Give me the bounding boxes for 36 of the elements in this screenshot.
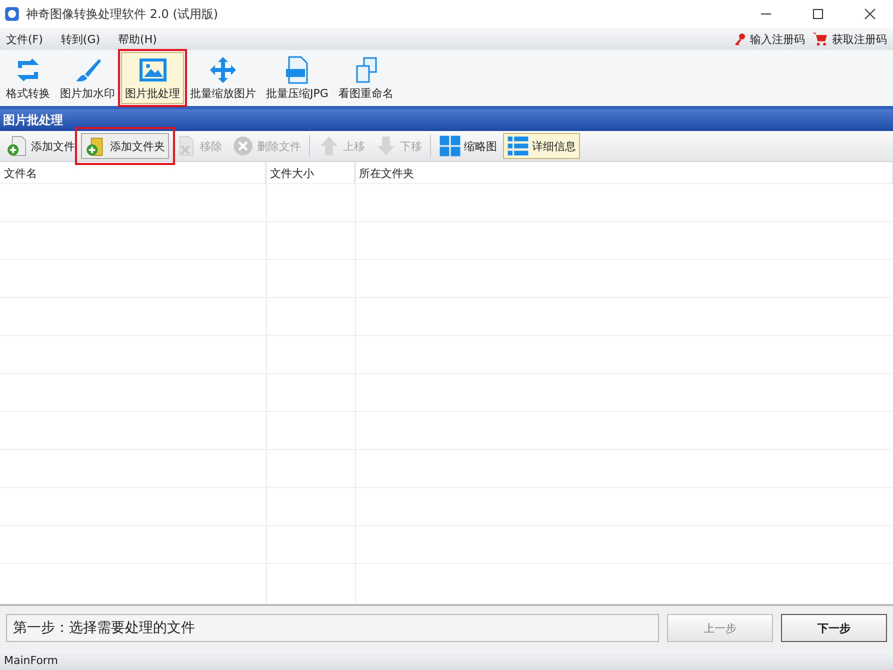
window-title: 神奇图像转换处理软件 2.0 (试用版) bbox=[26, 6, 220, 22]
shopping-cart-icon bbox=[811, 31, 829, 47]
grid-view-icon bbox=[439, 135, 461, 157]
toolbar-button[interactable]: 批量缩放图片 bbox=[186, 52, 260, 104]
register-link[interactable]: 输入注册码 bbox=[733, 32, 805, 46]
menu-item[interactable]: 文件(F) bbox=[6, 32, 43, 46]
toolbar-button[interactable]: 添加文件 bbox=[2, 133, 79, 159]
register-link[interactable]: 获取注册码 bbox=[811, 31, 887, 47]
add-file-icon bbox=[6, 135, 28, 157]
toolbar-button[interactable]: 缩略图 bbox=[435, 133, 501, 159]
toolbar-button[interactable]: 详细信息 bbox=[503, 133, 580, 159]
step-text: 第一步：选择需要处理的文件 bbox=[6, 614, 659, 642]
list-view-icon bbox=[507, 135, 529, 157]
close-icon[interactable] bbox=[864, 8, 876, 20]
toolbar-button[interactable]: 批量压缩JPG bbox=[262, 52, 332, 104]
maximize-icon[interactable] bbox=[812, 8, 824, 20]
up-arrow-icon bbox=[318, 135, 340, 157]
key-icon bbox=[733, 32, 747, 46]
toolbar-button[interactable]: 图片批处理 bbox=[121, 52, 184, 104]
column-header[interactable]: 所在文件夹 bbox=[355, 162, 893, 184]
nav-button[interactable]: 下一步 bbox=[781, 614, 887, 642]
status-text: MainForm bbox=[0, 650, 893, 670]
app-icon bbox=[4, 6, 20, 22]
column-header[interactable]: 文件名 bbox=[0, 162, 266, 184]
column-header[interactable]: 文件大小 bbox=[266, 162, 355, 184]
panel-title: 图片批处理 bbox=[0, 109, 893, 131]
down-arrow-icon bbox=[375, 135, 397, 157]
brush-icon bbox=[74, 56, 102, 84]
toolbar-button[interactable]: 看图重命名 bbox=[334, 52, 398, 104]
toolbar-button[interactable]: 图片加水印 bbox=[56, 52, 119, 104]
delete-circle-icon bbox=[232, 135, 254, 157]
toolbar-button[interactable]: 格式转换 bbox=[2, 52, 54, 104]
menu-item[interactable]: 帮助(H) bbox=[118, 32, 157, 46]
four-way-arrows-icon bbox=[209, 56, 237, 84]
menu-item[interactable]: 转到(G) bbox=[60, 32, 100, 46]
image-icon bbox=[138, 56, 166, 84]
